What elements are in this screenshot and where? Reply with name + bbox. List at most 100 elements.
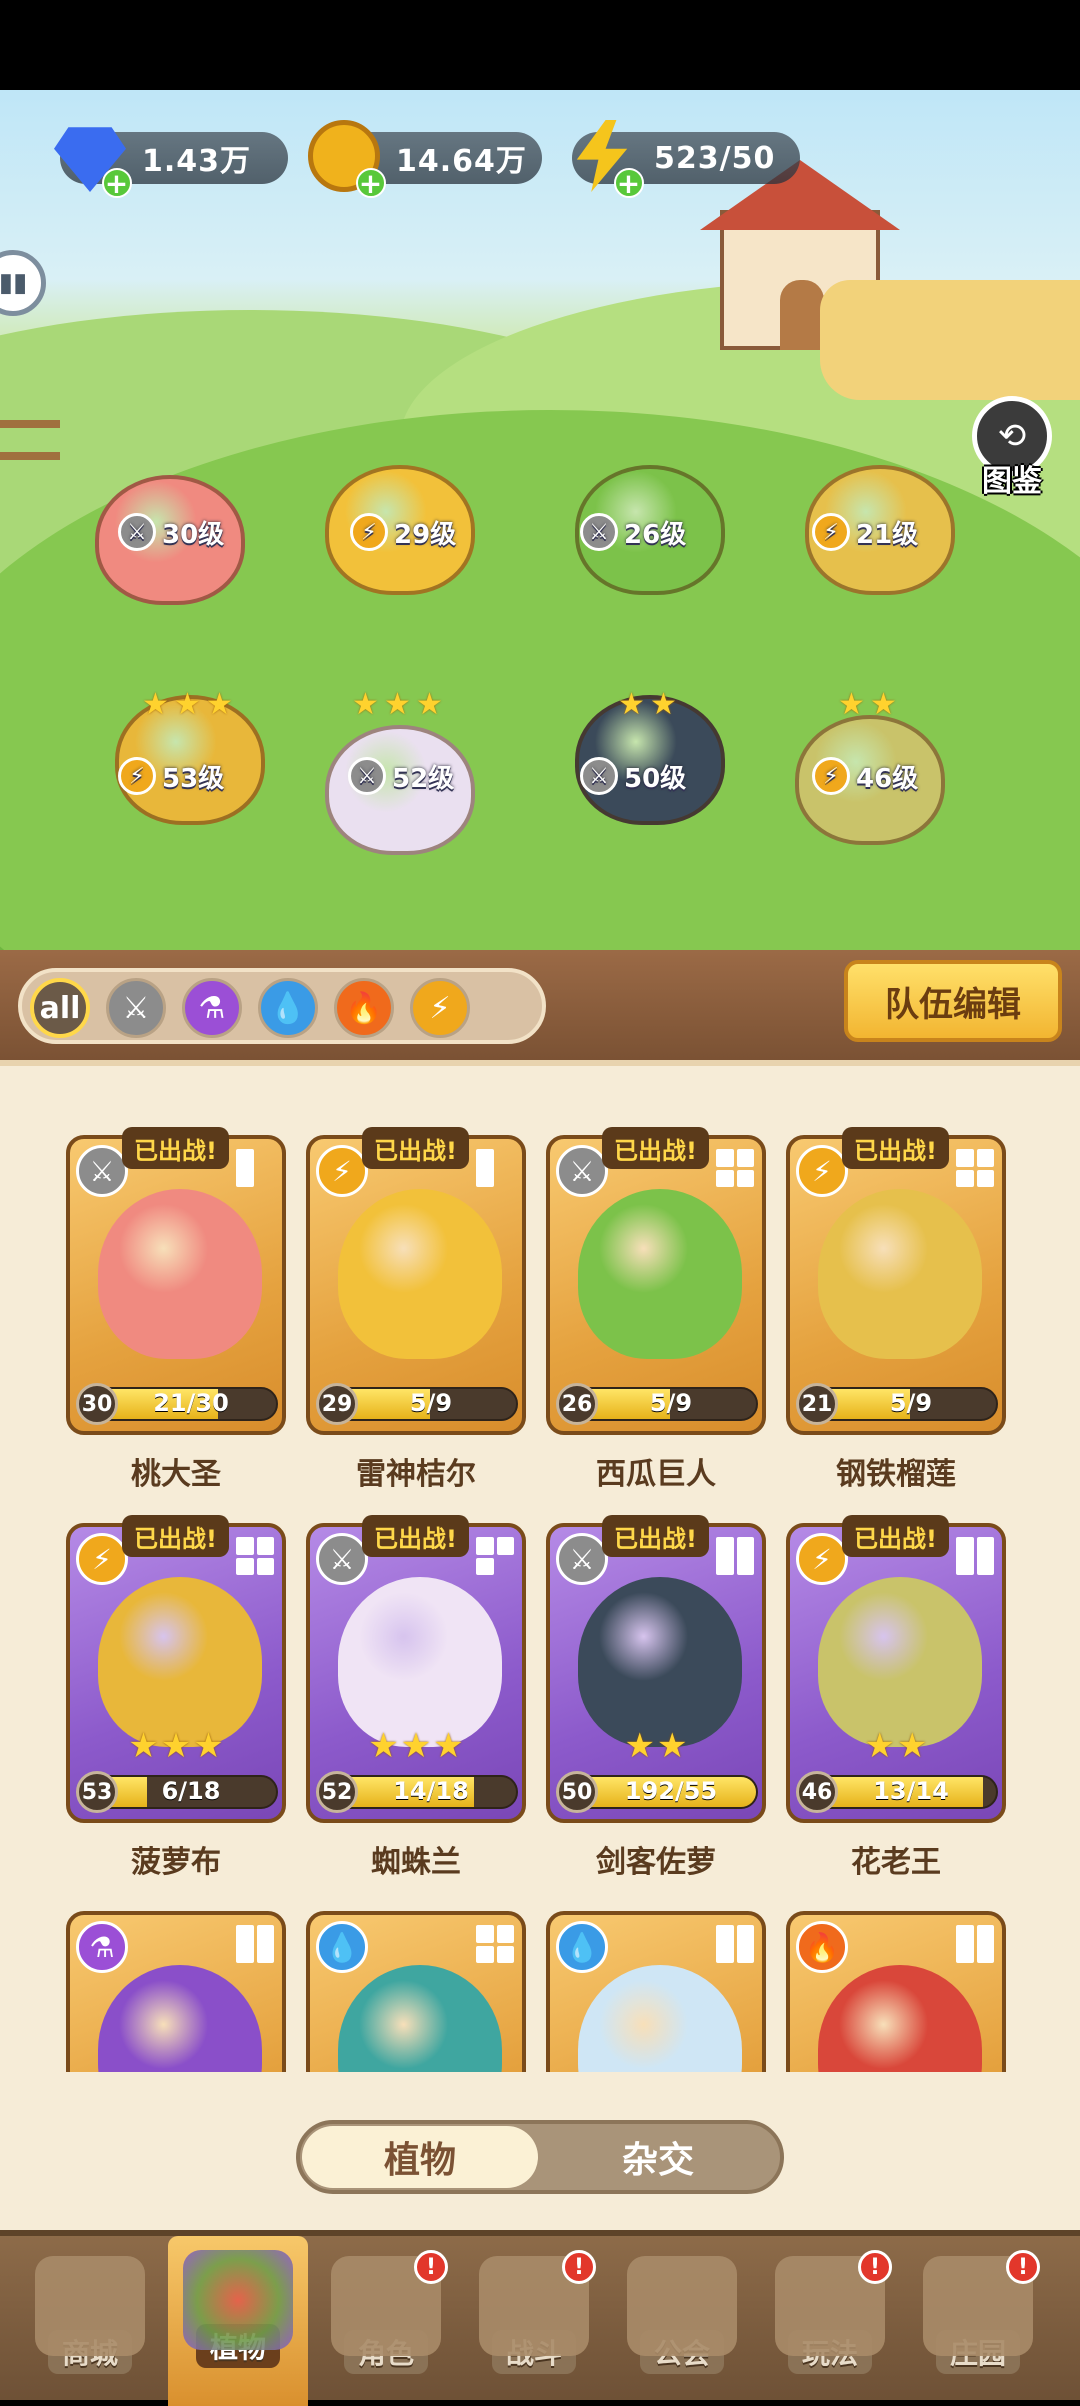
level-badge: 26 <box>556 1383 598 1425</box>
slot-cell <box>236 1537 254 1555</box>
sword-icon: ⚔ <box>118 513 156 551</box>
slot-grid-icon <box>236 1925 274 1963</box>
nav-item[interactable]: 庄园! <box>908 2250 1048 2406</box>
slot-cell <box>256 1925 274 1963</box>
plant-portrait <box>818 1965 982 2072</box>
level-text: 26级 <box>624 519 687 550</box>
slot-grid-icon <box>476 1925 514 1963</box>
slot-cell <box>716 1149 734 1167</box>
plant-card[interactable]: ⚔ ★ ★ 192/55 50 <box>546 1523 766 1823</box>
tab-hybrid[interactable]: 杂交 <box>540 2126 776 2188</box>
filter-potion[interactable]: ⚗ <box>182 978 242 1038</box>
plant-portrait <box>338 1965 502 2072</box>
plant-card[interactable]: 💧 <box>546 1911 766 2072</box>
slot-cell <box>476 1149 494 1187</box>
slot-grid-icon <box>716 1925 754 1963</box>
nav-item[interactable]: 商城 <box>20 2256 160 2406</box>
level-badge: 46 <box>796 1771 838 1813</box>
plant-card[interactable]: 🔥 <box>786 1911 1006 2072</box>
tab-plant[interactable]: 植物 <box>302 2126 538 2188</box>
fire-icon: 🔥 <box>796 1921 848 1973</box>
slot-grid-icon <box>956 1149 994 1187</box>
plant-card[interactable]: ⚗ <box>66 1911 286 2072</box>
star-icon: ★ <box>400 1726 432 1766</box>
plant-card[interactable]: ⚡ 5/9 29 <box>306 1135 526 1435</box>
plant-card[interactable]: ⚡ ★ ★ ★ 6/18 53 <box>66 1523 286 1823</box>
star-icon: ★ <box>384 687 411 722</box>
deployed-badge: 已出战! <box>602 1127 709 1169</box>
sword-icon: ⚔ <box>76 1145 128 1197</box>
level-text: 21级 <box>856 519 919 550</box>
nav-item[interactable]: 公会 <box>612 2256 752 2406</box>
nav-item[interactable]: 战斗! <box>464 2250 604 2406</box>
plant-card-grid[interactable]: ⚔ 21/30 30 已出战! 桃大圣 ⚡ 5/9 29 已出战! 雷神桔尔 ⚔ 5/9 26 已出战! 西… <box>40 1125 1040 2072</box>
slot-cell <box>976 1925 994 1963</box>
potion-icon: ⚗ <box>76 1921 128 1973</box>
add-gems-button[interactable]: + <box>102 168 132 198</box>
slot-cell <box>476 1557 494 1575</box>
star-icon: ★ <box>618 687 645 722</box>
resource-value: 1.43万 <box>142 144 252 179</box>
team-edit-button[interactable]: 队伍编辑 <box>844 960 1062 1042</box>
slot-cell <box>476 1925 494 1943</box>
slot-cell <box>236 1557 254 1575</box>
plant-card[interactable]: ⚔ 5/9 26 <box>546 1135 766 1435</box>
field-plant-level: ⚔ 26级 <box>580 512 686 552</box>
star-rating: ★ ★ ★ <box>70 1729 282 1763</box>
fence <box>0 420 60 460</box>
lightning-icon: ⚡ <box>812 513 850 551</box>
sword-icon: ⚔ <box>122 990 150 1026</box>
level-text: 29级 <box>394 519 457 550</box>
slot-cell <box>236 1149 254 1187</box>
atlas-button[interactable]: ⟲ 图鉴 <box>966 396 1058 499</box>
field-plant-level: ⚡ 29级 <box>350 512 456 552</box>
plant-card[interactable]: ⚔ ★ ★ ★ 14/18 52 <box>306 1523 526 1823</box>
potion-icon: ⚗ <box>198 990 226 1026</box>
resource-gold: +14.64万 <box>308 120 542 198</box>
lightning-icon: ⚡ <box>812 757 850 795</box>
star-icon: ★ <box>838 687 865 722</box>
level-text: 50级 <box>624 763 687 794</box>
nav-item[interactable]: 角色! <box>316 2250 456 2406</box>
slot-cell <box>716 1537 734 1575</box>
sword-icon: ⚔ <box>580 757 618 795</box>
star-icon: ★ <box>206 687 233 722</box>
nav-item[interactable]: 植物 <box>168 2236 308 2406</box>
nav-item[interactable]: 玩法! <box>760 2250 900 2406</box>
slot-cell <box>736 1169 754 1187</box>
atlas-label: 图鉴 <box>982 464 1042 499</box>
slot-grid-icon <box>236 1149 274 1187</box>
filter-all-label: all <box>39 990 81 1026</box>
plant-card[interactable]: ⚡ ★ ★ 13/14 46 <box>786 1523 1006 1823</box>
slot-grid-icon <box>956 1925 994 1963</box>
plant-card[interactable]: ⚔ 21/30 30 <box>66 1135 286 1435</box>
plant-card[interactable]: ⚡ 5/9 21 <box>786 1135 1006 1435</box>
plant-card[interactable]: 💧 <box>306 1911 526 2072</box>
chat-bubble-button[interactable]: ▮▮ <box>0 250 46 316</box>
filter-lightning[interactable]: ⚡ <box>410 978 470 1038</box>
slot-cell <box>476 1945 494 1963</box>
slot-grid-icon <box>236 1537 274 1575</box>
slot-cell <box>496 1537 514 1555</box>
plant-name: 桃大圣 <box>131 1457 221 1492</box>
level-text: 53级 <box>162 763 225 794</box>
plant-hybrid-toggle: 植物 杂交 <box>296 2120 784 2194</box>
filter-fire[interactable]: 🔥 <box>334 978 394 1038</box>
deployed-badge: 已出战! <box>602 1515 709 1557</box>
add-energy-button[interactable]: + <box>614 168 644 198</box>
nav-icon <box>627 2256 737 2356</box>
resource-energy: +523/50 <box>572 120 800 198</box>
filter-water[interactable]: 💧 <box>258 978 318 1038</box>
alert-badge: ! <box>1006 2250 1040 2284</box>
add-gold-button[interactable]: + <box>356 168 386 198</box>
slot-cell <box>956 1149 974 1167</box>
slot-cell <box>976 1149 994 1167</box>
sword-icon: ⚔ <box>556 1533 608 1585</box>
slot-cell <box>256 1537 274 1555</box>
sword-icon: ⚔ <box>316 1533 368 1585</box>
star-icon: ★ <box>864 1726 895 1766</box>
filter-all[interactable]: all <box>30 978 90 1038</box>
filter-sword[interactable]: ⚔ <box>106 978 166 1038</box>
deployed-badge: 已出战! <box>122 1127 229 1169</box>
sword-icon: ⚔ <box>348 757 386 795</box>
